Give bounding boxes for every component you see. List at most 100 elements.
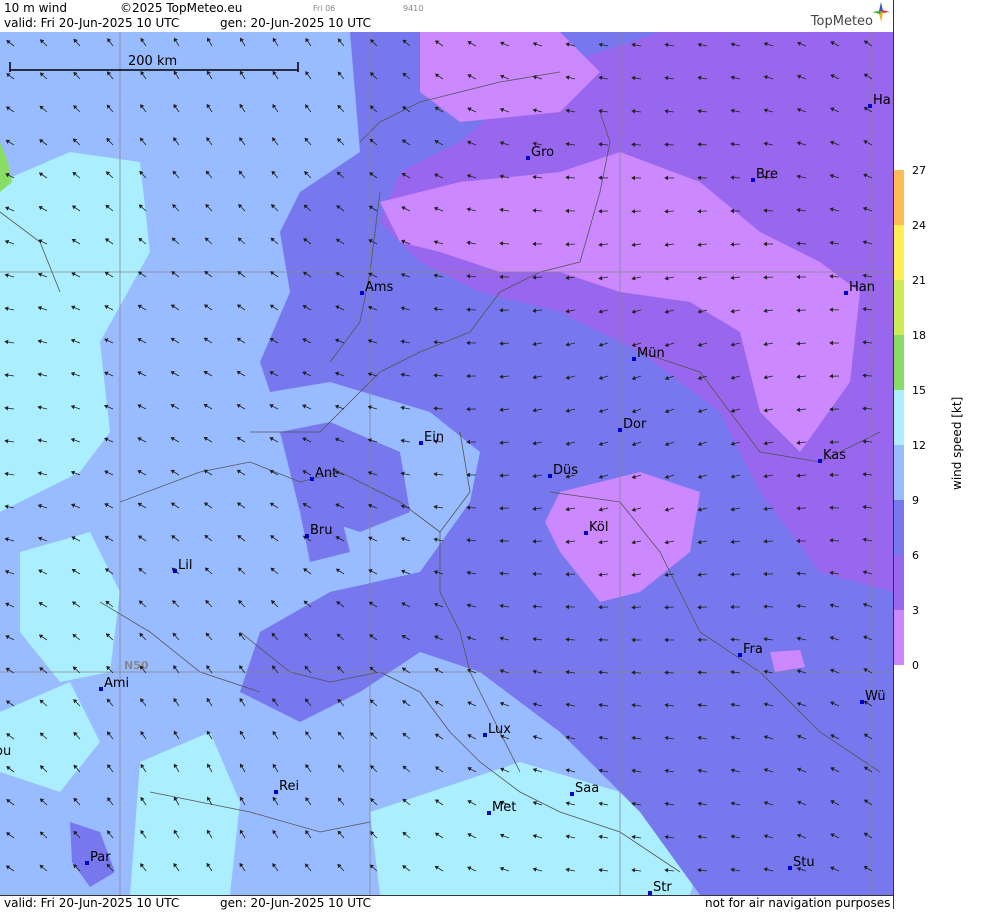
city-label: Ami (104, 676, 129, 691)
city-label: Mün (637, 346, 665, 361)
product-title: 10 m wind (4, 1, 67, 15)
city-label: Kas (823, 448, 846, 463)
city-label: Dor (623, 417, 647, 432)
city-marker-icon (274, 790, 278, 794)
legend-tick-label: 18 (912, 329, 926, 342)
code-tiny: 9410 (403, 4, 423, 13)
city-marker-icon (483, 733, 487, 737)
city-saa: Saa (570, 781, 599, 796)
city-marker-icon (738, 653, 742, 657)
city-bru: Bru (305, 523, 333, 538)
legend-band (894, 335, 904, 390)
city-ou: ou (0, 744, 11, 759)
city-marker-icon (305, 534, 309, 538)
legend-band (894, 280, 904, 335)
city-label: Düs (553, 463, 578, 478)
city-label: Rei (279, 779, 299, 794)
city-mün: Mün (632, 346, 665, 361)
city-label: Par (90, 850, 111, 865)
legend-tick-label: 9 (912, 494, 919, 507)
city-marker-icon (788, 866, 792, 870)
city-label: Bru (310, 523, 333, 538)
city-marker-icon (844, 291, 848, 295)
compass-logo-icon (871, 1, 891, 23)
header-bar: 10 m wind ©2025 TopMeteo.eu Fri 06 9410 … (0, 0, 893, 33)
legend-band (894, 170, 904, 225)
city-label: Fra (743, 642, 763, 657)
legend-tick-label: 15 (912, 384, 926, 397)
footer-generated-time: gen: 20-Jun-2025 10 UTC (220, 896, 371, 910)
city-marker-icon (173, 569, 177, 573)
city-label: Ant (315, 466, 337, 481)
city-dor: Dor (618, 417, 647, 432)
city-gro: Gro (526, 145, 554, 160)
city-label: Ha (873, 93, 891, 108)
city-ami: Ami (99, 676, 129, 691)
topmeteo-logo: TopMeteo (811, 14, 873, 29)
city-kas: Kas (818, 448, 846, 463)
legend-band (894, 500, 904, 555)
city-label: Lux (488, 722, 511, 737)
wind-speed-legend: 0 3 6 9 12 15 18 21 24 27 wind speed [kt] (893, 0, 983, 909)
city-marker-icon (99, 687, 103, 691)
legend-band (894, 390, 904, 445)
city-marker-icon (310, 477, 314, 481)
city-label: Köl (589, 520, 608, 535)
legend-band (894, 555, 904, 610)
day-tiny: Fri 06 (313, 4, 335, 13)
legend-tick-label: 12 (912, 439, 926, 452)
legend-tick-label: 24 (912, 219, 926, 232)
city-ams: Ams (360, 280, 394, 295)
city-marker-icon (618, 428, 622, 432)
city-label: Ams (365, 280, 394, 295)
footer-bar: valid: Fri 20-Jun-2025 10 UTC gen: 20-Ju… (0, 895, 893, 910)
city-label: Gro (531, 145, 554, 160)
city-marker-icon (419, 441, 423, 445)
city-marker-icon (632, 357, 636, 361)
city-label: Stu (793, 855, 815, 870)
legend-tick-label: 27 (912, 164, 926, 177)
city-marker-icon (526, 156, 530, 160)
legend-tick-label: 3 (912, 604, 919, 617)
city-marker-icon (584, 531, 588, 535)
city-marker-icon (751, 178, 755, 182)
city-met: Met (487, 800, 516, 815)
city-label: Saa (575, 781, 599, 796)
city-label: ou (0, 744, 11, 759)
scale-bar-label: 200 km (128, 54, 177, 69)
city-label: Han (849, 280, 875, 295)
city-label: Ein (424, 430, 444, 445)
city-marker-icon (570, 792, 574, 796)
city-ant: Ant (310, 466, 337, 481)
legend-tick-label: 6 (912, 549, 919, 562)
legend-band (894, 225, 904, 280)
generated-time: gen: 20-Jun-2025 10 UTC (220, 16, 371, 30)
legend-tick-label: 0 (912, 659, 919, 672)
city-marker-icon (85, 861, 89, 865)
valid-time: valid: Fri 20-Jun-2025 10 UTC (4, 16, 179, 30)
city-label: Bre (756, 167, 778, 182)
legend-band (894, 445, 904, 500)
city-label: Met (492, 800, 516, 815)
city-marker-icon (818, 459, 822, 463)
city-marker-icon (860, 700, 864, 704)
city-bre: Bre (751, 167, 778, 182)
city-marker-icon (868, 104, 872, 108)
city-label: Wü (865, 689, 886, 704)
legend-tick-label: 21 (912, 274, 926, 287)
city-marker-icon (360, 291, 364, 295)
legend-band (894, 610, 904, 665)
copyright: ©2025 TopMeteo.eu (120, 1, 242, 15)
city-lux: Lux (483, 722, 511, 737)
lat-label-n50: N50 (124, 659, 149, 672)
footer-valid-time: valid: Fri 20-Jun-2025 10 UTC (4, 896, 179, 910)
wind-map[interactable]: N50 200 km Gro Bre Ha Ams Han Mün Ein Dor Ant Düs… (0, 32, 893, 895)
city-label: Str (653, 880, 672, 895)
city-label: Lil (178, 558, 192, 573)
city-marker-icon (548, 474, 552, 478)
city-marker-icon (487, 811, 491, 815)
legend-title: wind speed [kt] (950, 380, 964, 490)
city-düs: Düs (548, 463, 578, 478)
city-han: Han (844, 280, 875, 295)
navigation-disclaimer: not for air navigation purposes (705, 896, 890, 910)
